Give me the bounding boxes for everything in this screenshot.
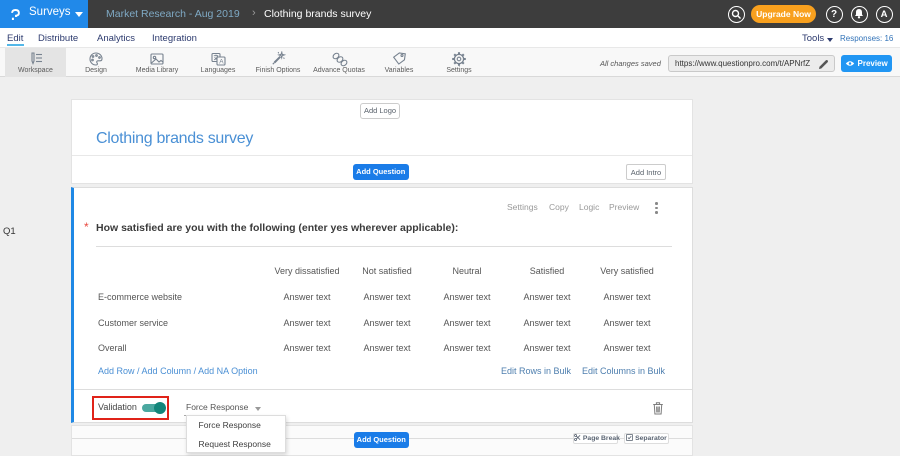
svg-text:A: A: [219, 59, 224, 66]
